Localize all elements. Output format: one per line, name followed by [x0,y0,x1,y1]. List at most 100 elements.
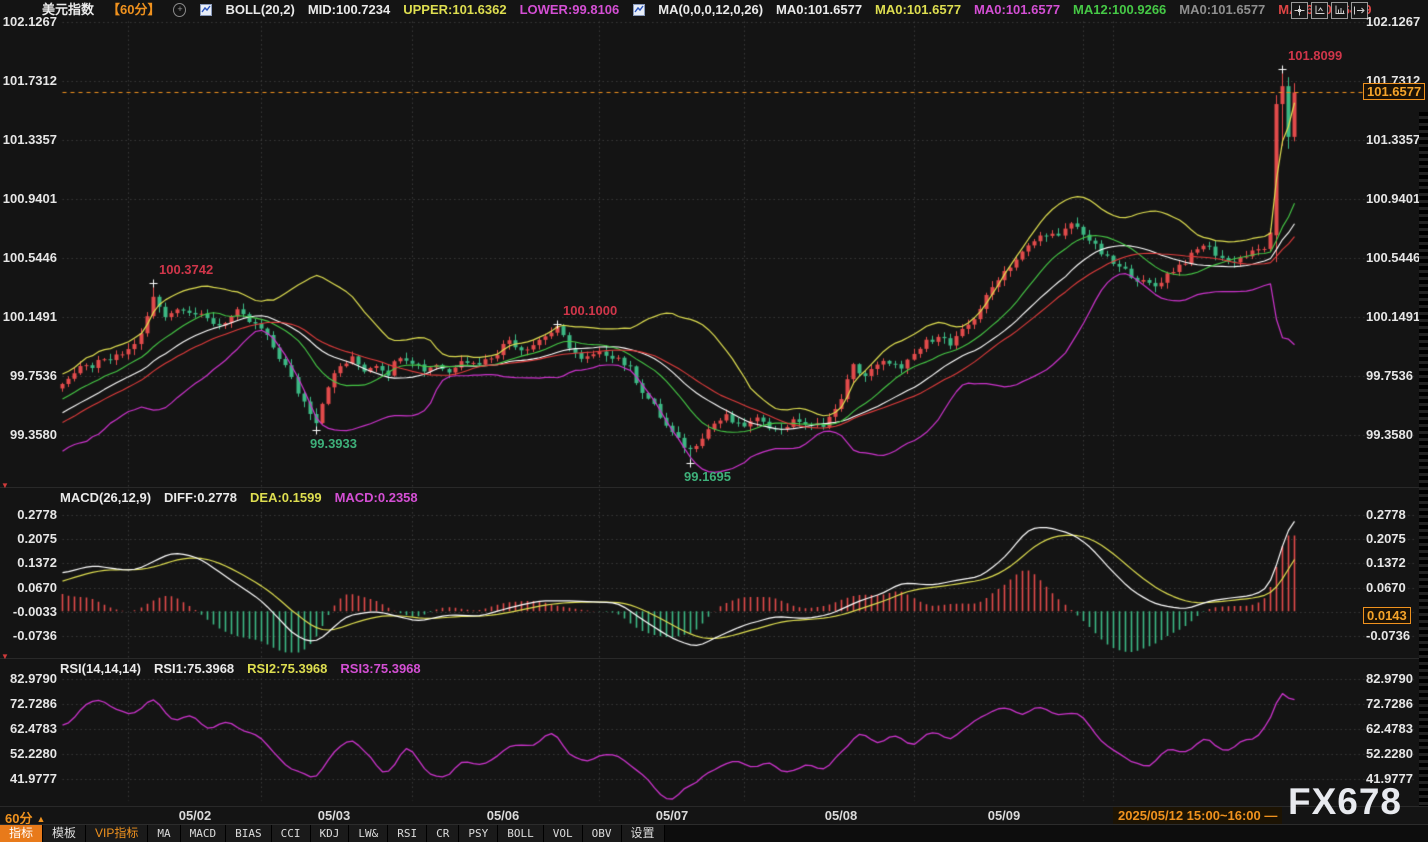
rsi-tick: 82.9790 [0,671,57,687]
chart-canvas[interactable] [0,0,1428,842]
date-label: 05/07 [650,808,694,823]
indicator-toolbar: 指标模板VIP指标MAMACDBIASCCIKDJLW&RSICRPSYBOLL… [0,824,1428,842]
price-annotation: 101.8099 [1288,48,1342,63]
price-tick: 102.1267 [0,14,57,30]
header-value: DEA:0.1599 [250,489,322,507]
axis-bars-icon[interactable] [1331,2,1348,19]
date-label: 05/08 [819,808,863,823]
rsi-tick: 41.9777 [0,771,57,787]
toolbar-item-MACD[interactable]: MACD [181,825,227,842]
macd-tick: 0.0670 [1366,580,1406,596]
macd-tick: 0.1372 [1366,555,1406,571]
price-tick: 99.7536 [1366,368,1413,384]
header-value: MA0:101.6577 [875,1,961,19]
macd-tick: 0.2778 [1366,507,1406,523]
window-toolbar [1291,2,1368,19]
rsi-tick: 82.9790 [1366,671,1413,687]
header-value: MA0:101.6577 [1179,1,1265,19]
macd-header: MACD(26,12,9) DIFF:0.2778 DEA:0.1599 MACD:0… [60,489,418,507]
toolbar-item-设置[interactable]: 设置 [622,825,665,842]
price-tick: 100.1491 [0,309,57,325]
header-value: MA0:101.6577 [974,1,1060,19]
price-annotation: 100.3742 [159,262,213,277]
trading-app: ▼ ▼ 美元指数【60分】+BOLL(20,2)MID:100.7234UPPE… [0,0,1428,842]
header-value: MACD(26,12,9) [60,489,151,507]
header-value: 【60分】 [107,1,160,19]
date-label: 05/02 [173,808,217,823]
macd-tick: -0.0033 [0,604,57,620]
price-tick: 100.1491 [1366,309,1420,325]
toolbar-item-BOLL[interactable]: BOLL [498,825,544,842]
price-tick: 100.9401 [0,191,57,207]
price-tick: 101.3357 [0,132,57,148]
panel-separator[interactable] [0,658,1428,659]
header-value: UPPER:101.6362 [403,1,506,19]
watermark: FX678 [1288,782,1402,822]
indicator-icon[interactable] [199,4,212,17]
price-annotation: 99.3933 [310,436,357,451]
toolbar-item-MA[interactable]: MA [148,825,180,842]
panel-resize-icon[interactable]: ▼ [1,653,9,661]
toolbar-item-KDJ[interactable]: KDJ [311,825,350,842]
toolbar-item-PSY[interactable]: PSY [459,825,498,842]
toolbar-item-BIAS[interactable]: BIAS [226,825,272,842]
header-value: MA0:101.6577 [776,1,862,19]
date-label: 05/03 [312,808,356,823]
price-tick: 100.5446 [1366,250,1420,266]
current-bar-time-label: 2025/05/12 15:00~16:00 — [1113,807,1282,824]
header-value: RSI(14,14,14) [60,660,141,678]
toolbar-item-VIP指标[interactable]: VIP指标 [86,825,148,842]
toolbar-item-CCI[interactable]: CCI [272,825,311,842]
price-annotation: 100.1000 [563,303,617,318]
toolbar-item-RSI[interactable]: RSI [388,825,427,842]
link-circle-icon[interactable]: + [173,4,186,17]
toolbar-item-指标[interactable]: 指标 [0,825,43,842]
toolbar-item-CR[interactable]: CR [427,825,459,842]
rsi-header: RSI(14,14,14)RSI1:75.3968RSI2:75.3968RSI… [60,660,421,678]
macd-tick: 0.0670 [0,580,57,596]
indicator-icon[interactable] [632,4,645,17]
header-value: RSI1:75.3968 [154,660,234,678]
main-indicator-header: 美元指数【60分】+BOLL(20,2)MID:100.7234UPPER:10… [42,1,1372,19]
toolbar-item-LW&[interactable]: LW& [349,825,388,842]
price-tick: 99.3580 [0,427,57,443]
price-tick: 102.1267 [1366,14,1420,30]
macd-tick: -0.0736 [0,628,57,644]
date-label: 05/06 [481,808,525,823]
header-value: LOWER:99.8106 [520,1,620,19]
current-price-label: 101.6577 [1363,83,1425,100]
panel-resize-icon[interactable]: ▼ [1,482,9,490]
current-macd-label: 0.0143 [1363,607,1411,624]
right-scrollbar[interactable] [1419,112,1428,806]
price-tick: 100.9401 [1366,191,1420,207]
macd-tick: 0.1372 [0,555,57,571]
macd-tick: -0.0736 [1366,628,1410,644]
toolbar-item-VOL[interactable]: VOL [544,825,583,842]
price-tick: 101.3357 [1366,132,1420,148]
rsi-tick: 62.4783 [0,721,57,737]
header-value: BOLL(20,2) [225,1,294,19]
rsi-tick: 72.7286 [1366,696,1413,712]
rsi-tick: 72.7286 [0,696,57,712]
move-icon[interactable] [1291,2,1308,19]
toolbar-item-模板[interactable]: 模板 [43,825,86,842]
rsi-tick: 62.4783 [1366,721,1413,737]
header-value: RSI3:75.3968 [340,660,420,678]
header-value: MACD:0.2358 [335,489,418,507]
price-tick: 101.7312 [0,73,57,89]
price-annotation: 99.1695 [684,469,731,484]
macd-tick: 0.2778 [0,507,57,523]
macd-tick: 0.2075 [0,531,57,547]
toolbar-item-OBV[interactable]: OBV [583,825,622,842]
header-value: MA12:100.9266 [1073,1,1166,19]
rsi-tick: 52.2280 [0,746,57,762]
header-value: MA(0,0,0,12,0,26) [658,1,763,19]
header-value: MID:100.7234 [308,1,390,19]
axis-scale-icon[interactable] [1311,2,1328,19]
date-label: 05/09 [982,808,1026,823]
header-value: DIFF:0.2778 [164,489,237,507]
price-tick: 99.3580 [1366,427,1413,443]
macd-tick: 0.2075 [1366,531,1406,547]
rsi-tick: 52.2280 [1366,746,1413,762]
panel-separator[interactable] [0,487,1428,488]
